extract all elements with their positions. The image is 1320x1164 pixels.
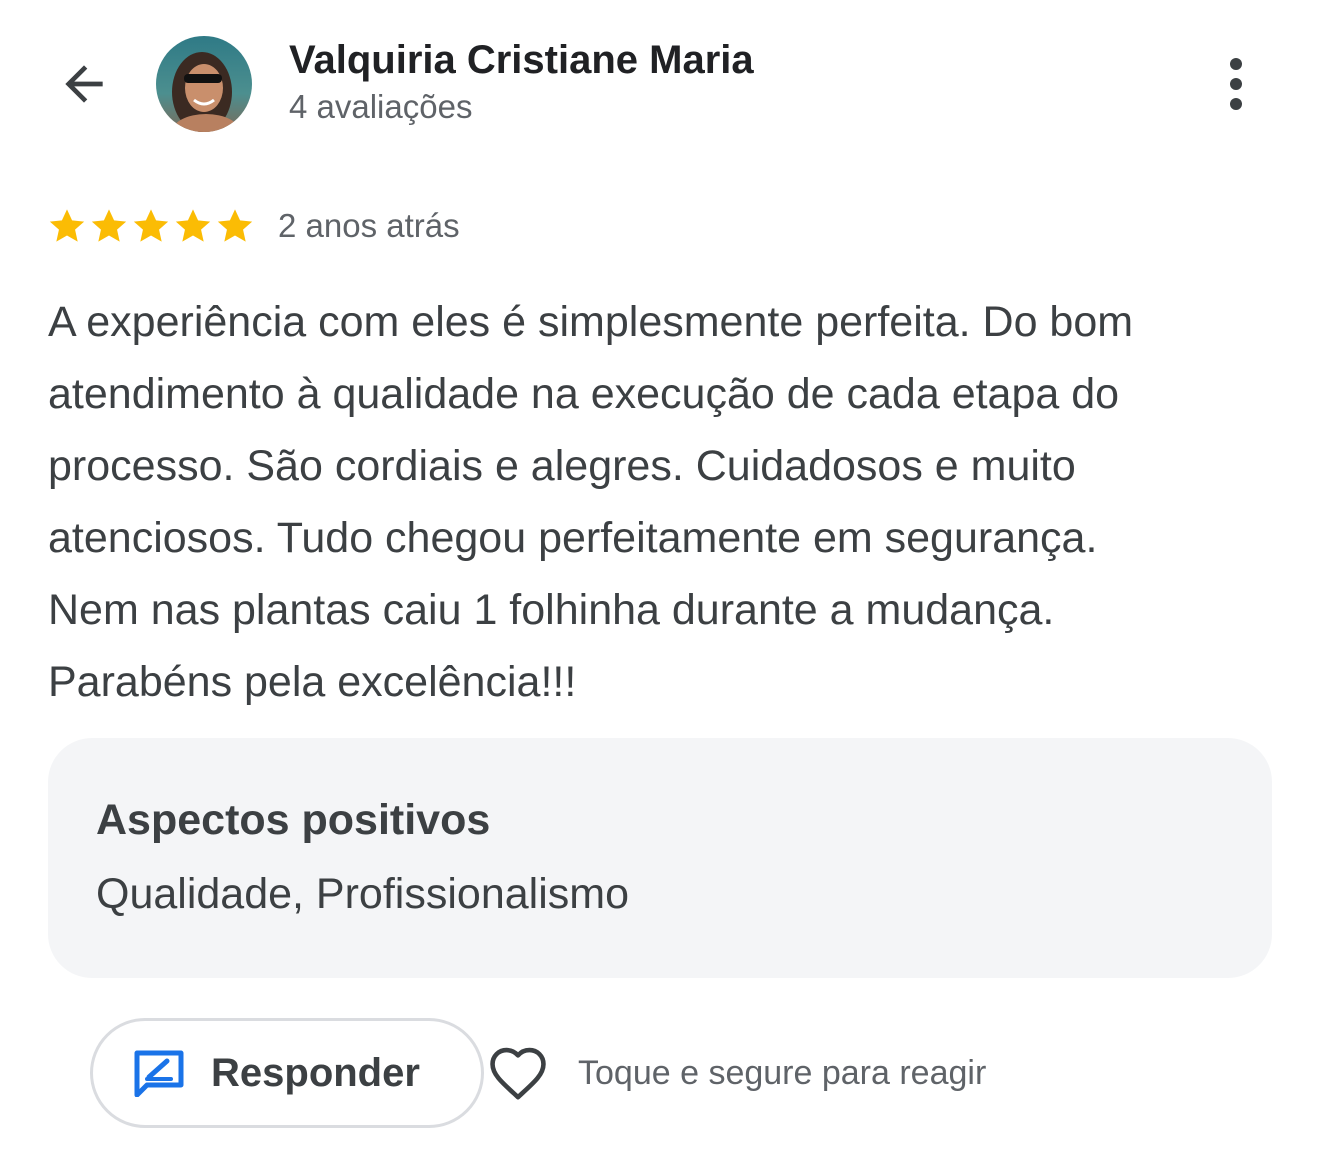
aspects-values: Qualidade, Profissionalismo bbox=[96, 870, 629, 918]
star-icon bbox=[175, 209, 211, 242]
react-heart-button[interactable] bbox=[484, 1038, 552, 1108]
reviewer-avatar-image bbox=[156, 36, 252, 132]
arrow-left-icon bbox=[65, 65, 103, 103]
star-icon bbox=[91, 209, 127, 242]
review-text: A experiência com eles é simplesmente pe… bbox=[48, 298, 1134, 706]
rating-row: 2 anos atrás bbox=[46, 202, 460, 250]
avatar[interactable] bbox=[156, 36, 252, 132]
heart-outline-icon bbox=[490, 1047, 546, 1100]
reply-label: Responder bbox=[211, 1050, 420, 1095]
star-icon bbox=[49, 209, 85, 242]
aspects-card: Aspectos positivos Qualidade, Profission… bbox=[48, 738, 1272, 978]
reviewer-name[interactable]: Valquiria Cristiane Maria bbox=[289, 38, 754, 83]
star-icon bbox=[133, 209, 169, 242]
reply-edit-icon bbox=[134, 1050, 184, 1097]
star-icon bbox=[217, 209, 253, 242]
reply-button[interactable]: Responder bbox=[90, 1018, 484, 1128]
review-date: 2 anos atrás bbox=[278, 207, 460, 244]
react-hint: Toque e segure para reagir bbox=[578, 1054, 987, 1092]
back-button[interactable] bbox=[44, 46, 124, 122]
aspects-title: Aspectos positivos bbox=[96, 796, 491, 844]
star-rating bbox=[46, 205, 256, 247]
review-count: 4 avaliações bbox=[289, 88, 473, 125]
more-options-button[interactable] bbox=[1206, 46, 1266, 122]
more-vertical-icon bbox=[1230, 58, 1242, 110]
